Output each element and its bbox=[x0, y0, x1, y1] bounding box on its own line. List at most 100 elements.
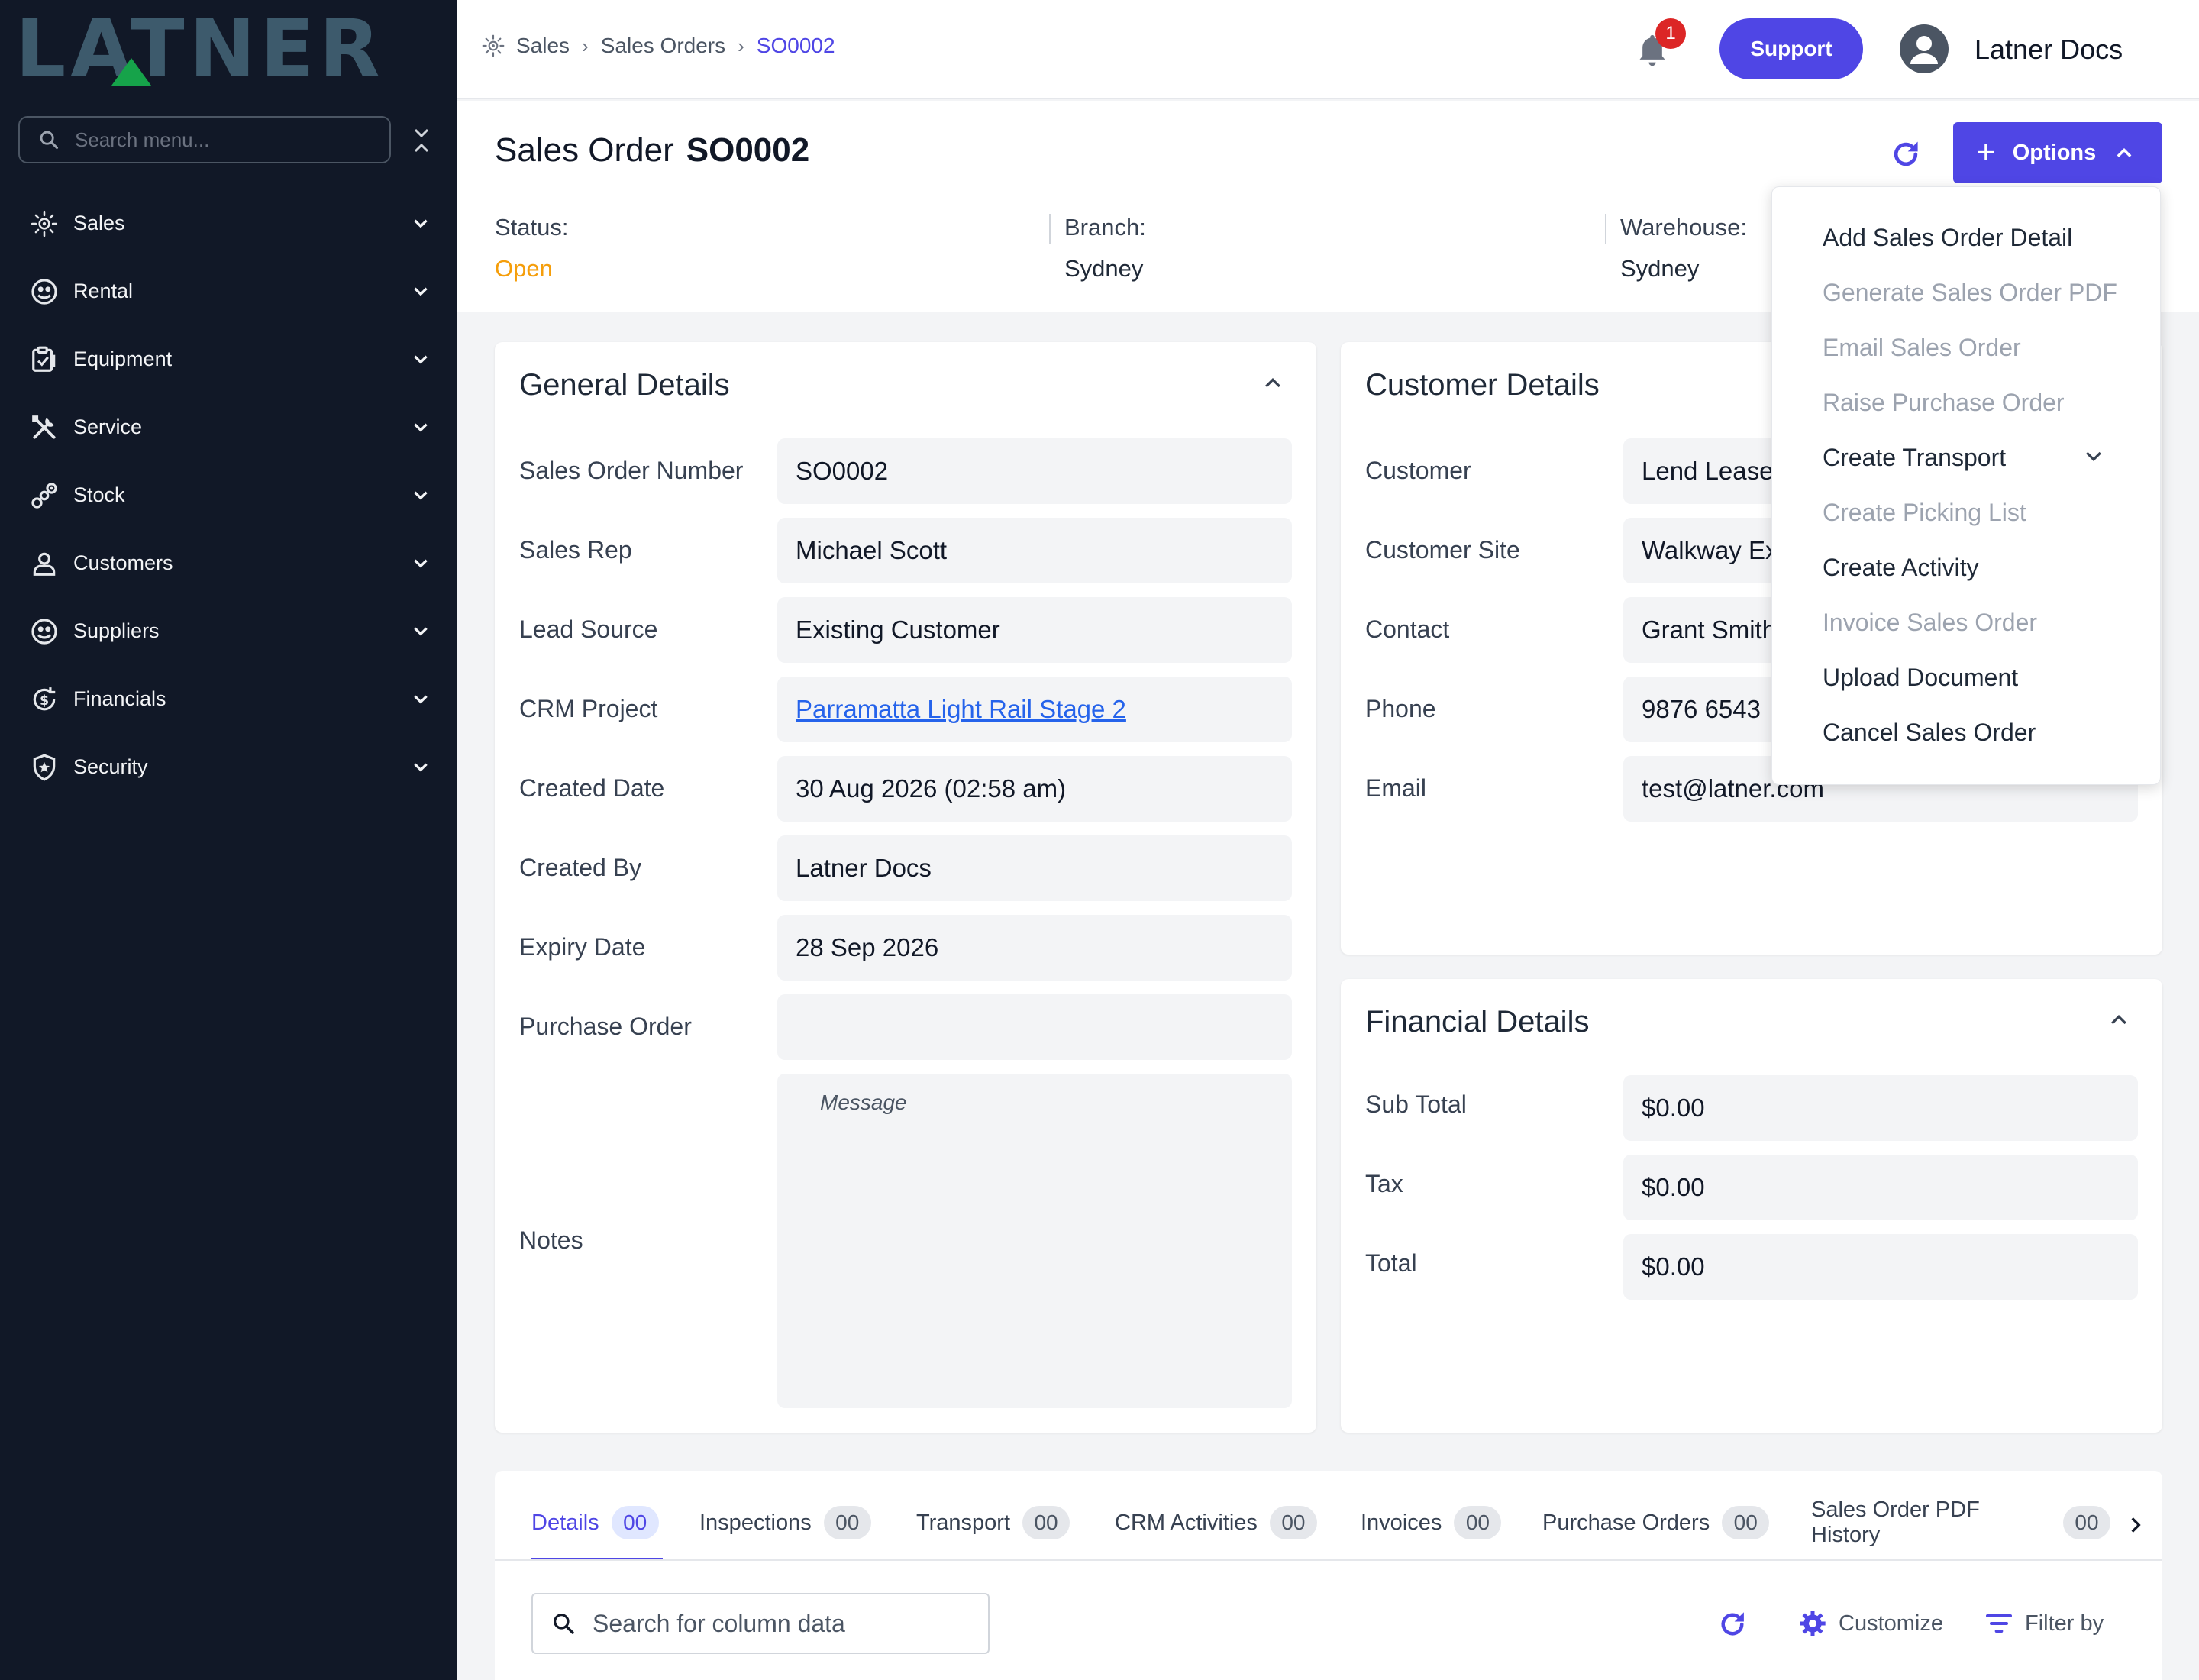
crm-project-link[interactable]: Parramatta Light Rail Stage 2 bbox=[777, 677, 1292, 742]
user-icon bbox=[1910, 36, 1938, 64]
sidebar-item-equipment[interactable]: Equipment bbox=[0, 325, 457, 393]
branch-label: Branch: bbox=[1064, 214, 1146, 241]
latner-logo[interactable]: LATNER bbox=[15, 9, 428, 89]
tab-count: 00 bbox=[823, 1506, 871, 1539]
financial-details-card: Financial Details Sub Total $0.00 Tax $0… bbox=[1341, 979, 2162, 1433]
total-field[interactable]: $0.00 bbox=[1623, 1234, 2138, 1300]
sidebar-item-stock[interactable]: Stock bbox=[0, 461, 457, 529]
collapse-icon[interactable] bbox=[411, 125, 432, 156]
sales-icon bbox=[29, 208, 60, 239]
menu-item-upload-document[interactable]: Upload Document bbox=[1823, 664, 2018, 692]
sidebar-search[interactable] bbox=[18, 116, 391, 163]
avatar[interactable] bbox=[1900, 24, 1949, 73]
lead-source-field[interactable]: Existing Customer bbox=[777, 597, 1292, 663]
divider bbox=[495, 1559, 2162, 1561]
tab-transport[interactable]: Transport 00 bbox=[916, 1498, 1070, 1547]
purchase-order-field[interactable] bbox=[777, 994, 1292, 1060]
chevron-down-icon bbox=[414, 219, 428, 228]
field-label: Created By bbox=[519, 854, 642, 881]
tab-count: 00 bbox=[611, 1506, 659, 1539]
chevron-up-icon[interactable] bbox=[1261, 371, 1284, 394]
status-label: Status: bbox=[495, 214, 569, 241]
tab-purchase-orders[interactable]: Purchase Orders 00 bbox=[1542, 1498, 1770, 1547]
tab-details[interactable]: Details 00 bbox=[531, 1498, 659, 1547]
chevron-down-icon bbox=[414, 355, 428, 364]
tab-invoices[interactable]: Invoices 00 bbox=[1361, 1498, 1502, 1547]
sidebar-item-label: Security bbox=[73, 755, 148, 778]
chevron-up-icon[interactable] bbox=[2107, 1008, 2130, 1031]
sidebar-item-rental[interactable]: Rental bbox=[0, 257, 457, 325]
chevron-down-icon bbox=[414, 559, 428, 568]
sidebar-item-label: Equipment bbox=[73, 347, 173, 370]
gear-icon bbox=[1800, 1611, 1826, 1636]
page-title-code: SO0002 bbox=[686, 131, 810, 169]
sidebar-nav: Sales Rental Equipment Service Stock Cus… bbox=[0, 189, 457, 801]
sidebar-item-security[interactable]: Security bbox=[0, 733, 457, 801]
general-details-card: General Details Sales Order Number SO000… bbox=[495, 342, 1316, 1433]
column-search[interactable] bbox=[531, 1593, 990, 1654]
user-name[interactable]: Latner Docs bbox=[1975, 34, 2123, 66]
breadcrumb-sales[interactable]: Sales bbox=[516, 34, 570, 58]
tab-sales-order-pdf-history[interactable]: Sales Order PDF History 00 bbox=[1811, 1498, 2110, 1547]
sidebar-item-label: Financials bbox=[73, 687, 166, 710]
menu-item-create-activity[interactable]: Create Activity bbox=[1823, 554, 1979, 582]
tab-crm-activities[interactable]: CRM Activities 00 bbox=[1115, 1498, 1317, 1547]
created-by-field[interactable]: Latner Docs bbox=[777, 835, 1292, 901]
field-label: Customer bbox=[1365, 457, 1471, 484]
expiry-date-field[interactable]: 28 Sep 2026 bbox=[777, 915, 1292, 981]
tab-count: 00 bbox=[1454, 1506, 1502, 1539]
warehouse-value: Sydney bbox=[1620, 255, 1700, 282]
support-button[interactable]: Support bbox=[1719, 18, 1863, 79]
detail-tabs-card: Details 00 Inspections 00 Transport 00 CRM … bbox=[495, 1471, 2162, 1680]
chevron-right-icon[interactable] bbox=[2126, 1515, 2146, 1535]
field-label: Sub Total bbox=[1365, 1090, 1467, 1118]
sidebar-item-label: Stock bbox=[73, 483, 125, 506]
status-block: Status: Open bbox=[495, 214, 569, 283]
chevron-down-icon[interactable] bbox=[2082, 445, 2105, 468]
logo-triangle bbox=[111, 58, 151, 86]
sales-order-number-field[interactable]: SO0002 bbox=[777, 438, 1292, 504]
page-title: Sales Order SO0002 bbox=[495, 131, 809, 170]
breadcrumb-sales-orders[interactable]: Sales Orders bbox=[601, 34, 725, 58]
options-button[interactable]: + Options bbox=[1953, 122, 2162, 183]
menu-item-create-transport[interactable]: Create Transport bbox=[1823, 444, 2006, 472]
refresh-icon[interactable] bbox=[1716, 1608, 1749, 1640]
sidebar-item-suppliers[interactable]: Suppliers bbox=[0, 597, 457, 665]
refresh-icon[interactable] bbox=[1889, 137, 1923, 171]
warehouse-label: Warehouse: bbox=[1620, 214, 1747, 241]
field-label: Contact bbox=[1365, 615, 1450, 643]
tab-label: Details bbox=[531, 1510, 599, 1535]
menu-item-cancel-sales-order[interactable]: Cancel Sales Order bbox=[1823, 719, 2036, 747]
customize-button[interactable]: Customize bbox=[1797, 1608, 1943, 1639]
menu-item-add-sales-order-detail[interactable]: Add Sales Order Detail bbox=[1823, 224, 2072, 252]
sidebar-item-service[interactable]: Service bbox=[0, 393, 457, 461]
chevron-down-icon bbox=[414, 423, 428, 432]
sidebar-item-label: Suppliers bbox=[73, 619, 160, 642]
tab-inspections[interactable]: Inspections 00 bbox=[699, 1498, 871, 1547]
financials-icon: $ bbox=[29, 684, 60, 715]
tax-field[interactable]: $0.00 bbox=[1623, 1155, 2138, 1220]
sidebar-item-financials[interactable]: $ Financials bbox=[0, 665, 457, 733]
created-date-field[interactable]: 30 Aug 2026 (02:58 am) bbox=[777, 756, 1292, 822]
sidebar: LATNER Sales Rental Equipment Service bbox=[0, 0, 457, 1680]
sales-rep-field[interactable]: Michael Scott bbox=[777, 518, 1292, 583]
sub-total-field[interactable]: $0.00 bbox=[1623, 1075, 2138, 1141]
column-search-input[interactable] bbox=[593, 1609, 974, 1638]
sidebar-item-label: Customers bbox=[73, 551, 173, 574]
menu-item-invoice-sales-order: Invoice Sales Order bbox=[1823, 609, 2038, 636]
filter-button[interactable]: Filter by bbox=[1984, 1608, 2104, 1639]
status-badge: Open bbox=[495, 255, 553, 282]
equipment-icon bbox=[29, 344, 60, 375]
sidebar-item-label: Service bbox=[73, 415, 143, 438]
field-label: Customer Site bbox=[1365, 536, 1520, 564]
breadcrumb-current: SO0002 bbox=[756, 34, 835, 57]
svg-text:$: $ bbox=[40, 693, 49, 709]
tab-count: 00 bbox=[1269, 1506, 1317, 1539]
sidebar-search-input[interactable] bbox=[75, 128, 380, 152]
notes-textarea[interactable]: Message bbox=[777, 1074, 1292, 1408]
field-label: Sales Rep bbox=[519, 536, 632, 564]
sidebar-item-sales[interactable]: Sales bbox=[0, 189, 457, 257]
sidebar-item-customers[interactable]: Customers bbox=[0, 529, 457, 597]
card-title: Customer Details bbox=[1365, 368, 1600, 402]
tab-label: Sales Order PDF History bbox=[1811, 1498, 1980, 1547]
